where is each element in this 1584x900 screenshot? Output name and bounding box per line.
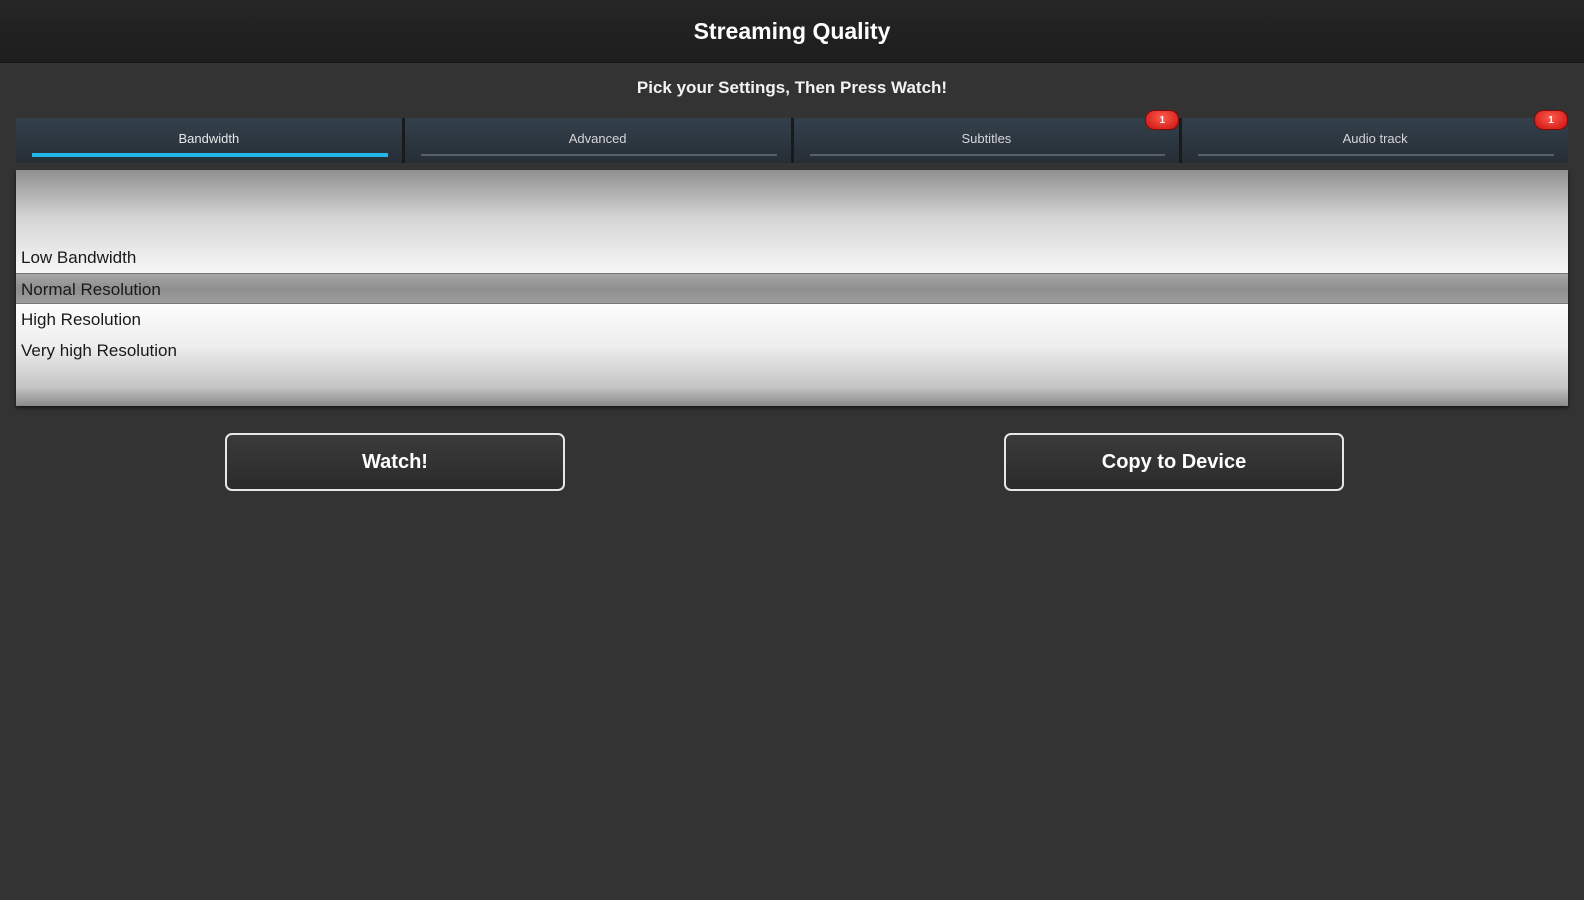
copy-to-device-button[interactable]: Copy to Device (1004, 433, 1344, 491)
title-bar: Streaming Quality (0, 0, 1584, 63)
streaming-quality-screen: Streaming Quality Pick your Settings, Th… (0, 0, 1584, 900)
tab-indicator (1198, 154, 1554, 156)
tab-indicator (420, 154, 777, 156)
tab-bandwidth[interactable]: Bandwidth (16, 118, 405, 163)
instruction-text: Pick your Settings, Then Press Watch! (636, 78, 948, 97)
tab-subtitles[interactable]: Subtitles 1 (793, 110, 1183, 163)
bandwidth-picker-wheel[interactable]: Low Bandwidth Normal Resolution High Res… (16, 170, 1568, 406)
tab-label: Advanced (568, 131, 627, 146)
tab-label: Subtitles (961, 131, 1012, 146)
watch-button[interactable]: Watch! (225, 433, 565, 491)
tab-label: Bandwidth (178, 131, 240, 146)
audio-track-count-badge: 1 (1534, 110, 1568, 130)
tab-audio-track[interactable]: Audio track 1 (1182, 110, 1568, 163)
option-high-resolution[interactable]: High Resolution (16, 304, 1568, 335)
option-low-bandwidth[interactable]: Low Bandwidth (16, 242, 1568, 273)
tab-advanced[interactable]: Advanced (404, 118, 794, 163)
tab-active-indicator (32, 153, 388, 157)
subtitles-count-badge: 1 (1145, 110, 1180, 130)
tab-indicator (809, 154, 1166, 156)
page-title: Streaming Quality (693, 17, 891, 44)
option-normal-resolution[interactable]: Normal Resolution (16, 273, 1568, 304)
tab-label: Audio track (1342, 131, 1408, 146)
tab-bar: Bandwidth Advanced Subtitles 1 Audio tra… (16, 110, 1568, 163)
option-very-high-resolution[interactable]: Very high Resolution (16, 335, 1568, 366)
